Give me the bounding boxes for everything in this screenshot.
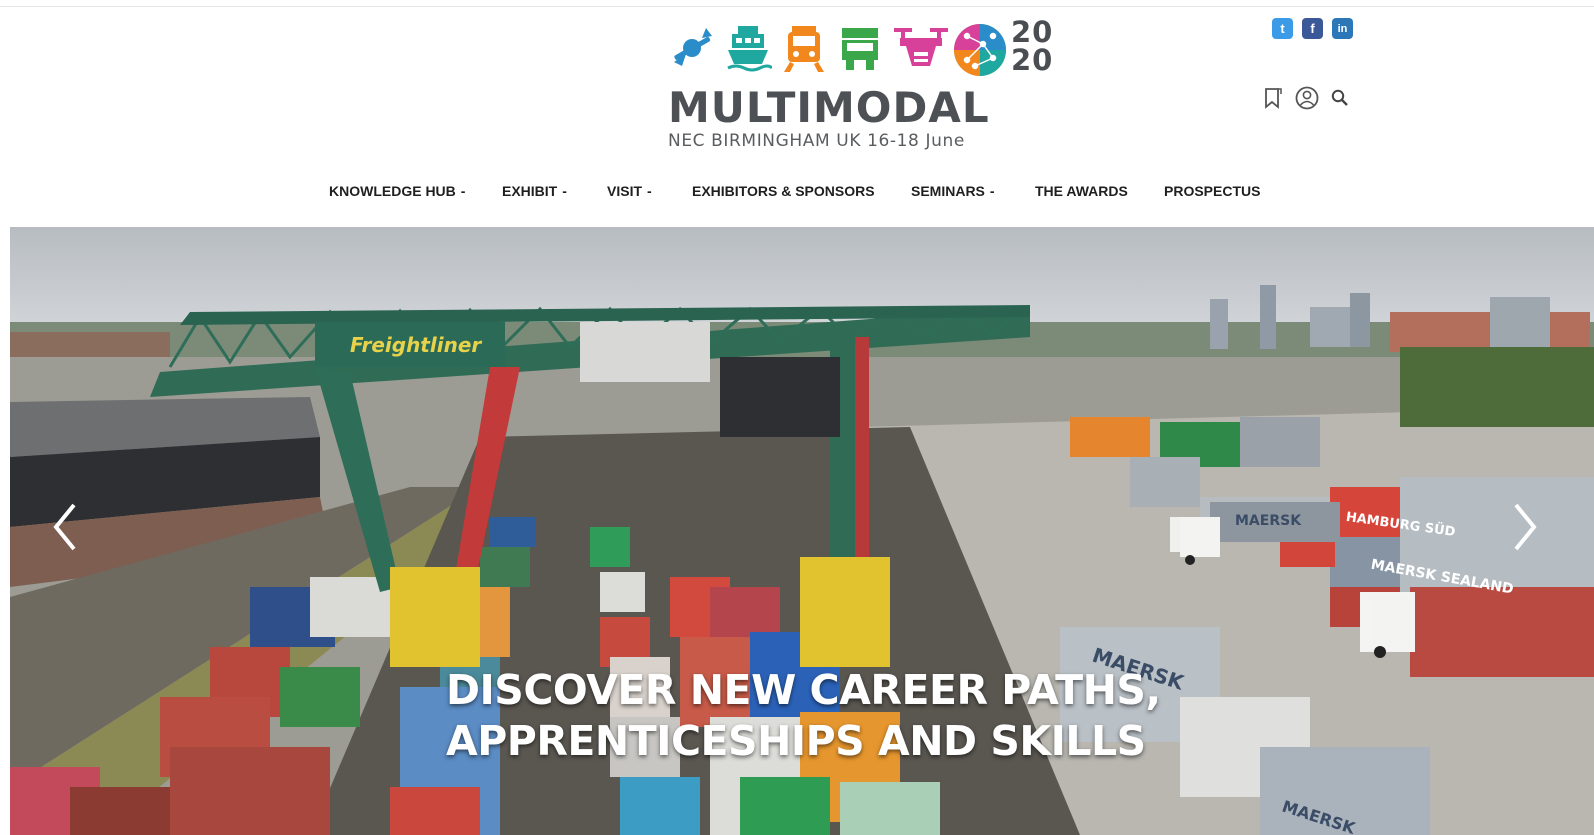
ferry-icon <box>727 26 772 72</box>
hero-title-line-2: APPRENTICESHIPS AND SKILLS <box>446 717 1146 765</box>
chevron-right-icon[interactable] <box>1504 499 1544 555</box>
drone-icon <box>894 28 948 66</box>
nav-label: VISIT <box>607 183 643 199</box>
chevron-left-icon[interactable] <box>46 499 86 555</box>
bookmark-icon[interactable] <box>1262 86 1284 110</box>
hero-title-line-1: DISCOVER NEW CAREER PATHS, <box>446 666 1161 714</box>
chevron-down-icon: - <box>460 183 466 199</box>
search-icon[interactable] <box>1330 88 1350 108</box>
linkedin-glyph: in <box>1337 22 1348 35</box>
nav-label: EXHIBIT <box>502 183 558 199</box>
top-divider <box>0 6 1594 7</box>
nav-label: SEMINARS <box>911 183 985 199</box>
facebook-icon[interactable]: f <box>1302 18 1323 39</box>
nav-item-exhibitors-sponsors[interactable]: EXHIBITORS & SPONSORS <box>692 178 875 204</box>
main-nav: KNOWLEDGE HUB - EXHIBIT - VISIT - EXHIBITOR… <box>0 178 1594 204</box>
chevron-down-icon: - <box>562 183 567 199</box>
container-label: MAERSK <box>1235 513 1302 529</box>
nav-item-visit[interactable]: VISIT - <box>607 178 652 204</box>
chevron-down-icon: - <box>989 183 995 199</box>
hero-title[interactable]: DISCOVER NEW CAREER PATHS, APPRENTICESHI… <box>446 665 1166 767</box>
crane-brand-text: Freightliner <box>350 333 482 357</box>
globe-network-icon <box>954 24 1006 76</box>
nav-item-seminars[interactable]: SEMINARS - <box>911 178 995 204</box>
logo-year-bottom: 20 <box>1011 43 1054 77</box>
twitter-glyph: t <box>1280 21 1285 36</box>
logo-transport-icons <box>668 22 958 80</box>
multimodal-logo[interactable]: 20 20 MULTIMODAL NEC BIRMINGHAM UK 16-18… <box>668 18 1088 153</box>
nav-label: KNOWLEDGE HUB <box>329 183 456 199</box>
nav-label: THE AWARDS <box>1035 183 1128 199</box>
twitter-icon[interactable]: t <box>1272 18 1293 39</box>
logo-tagline: NEC BIRMINGHAM UK 16-18 June <box>668 131 965 151</box>
logo-brand: MULTIMODAL <box>668 83 990 132</box>
nav-label: EXHIBITORS & SPONSORS <box>692 183 875 199</box>
ship-anchor-icon <box>674 28 712 66</box>
user-account-icon[interactable] <box>1294 85 1320 111</box>
linkedin-icon[interactable]: in <box>1332 18 1353 39</box>
nav-item-the-awards[interactable]: THE AWARDS <box>1035 178 1128 204</box>
chevron-down-icon: - <box>647 183 652 199</box>
train-icon <box>784 26 824 72</box>
logo-year-top: 20 <box>1011 15 1054 49</box>
nav-item-prospectus[interactable]: PROSPECTUS <box>1164 178 1260 204</box>
facebook-glyph: f <box>1310 21 1315 36</box>
truck-icon <box>842 28 878 70</box>
nav-item-exhibit[interactable]: EXHIBIT - <box>502 178 567 204</box>
nav-item-knowledge-hub[interactable]: KNOWLEDGE HUB - <box>329 178 465 204</box>
nav-label: PROSPECTUS <box>1164 183 1261 199</box>
utility-icons <box>1262 85 1350 111</box>
social-links: t f in <box>1272 18 1353 40</box>
logo-year: 20 20 <box>1011 18 1083 82</box>
hero-slider: Freightliner MAERSK MAERSK MAERSK HAMBUR… <box>10 227 1594 835</box>
